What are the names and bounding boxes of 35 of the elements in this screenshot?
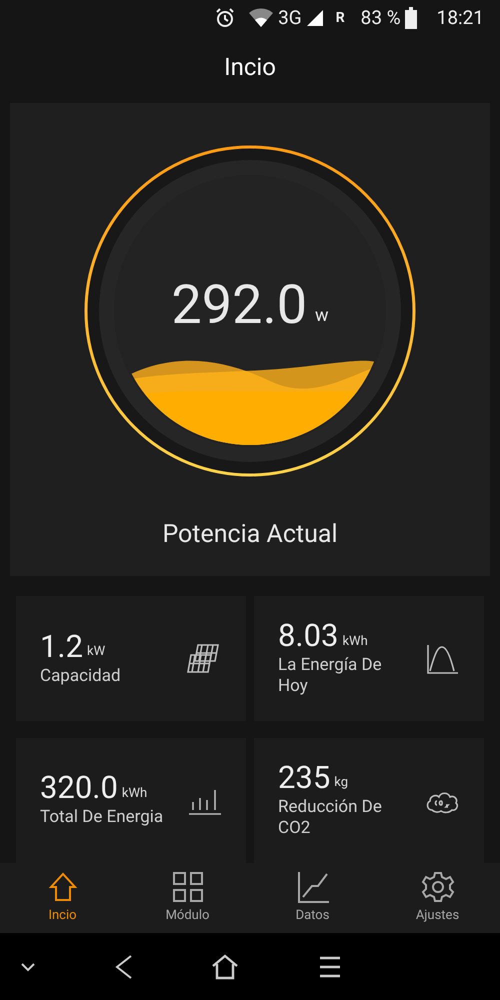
stat-unit: kWh bbox=[342, 632, 368, 650]
alarm-icon bbox=[214, 7, 236, 29]
wifi-icon bbox=[248, 8, 274, 28]
power-label: Potencia Actual bbox=[162, 519, 338, 551]
stat-unit: kWh bbox=[122, 784, 148, 802]
power-value: 292.0 bbox=[171, 279, 308, 333]
battery-icon bbox=[404, 7, 417, 29]
stat-value: 1.2 bbox=[40, 630, 84, 662]
home-icon[interactable] bbox=[211, 952, 239, 980]
nav-tab[interactable]: Incio bbox=[8, 870, 118, 926]
stat-value: 235 bbox=[278, 762, 330, 792]
menu-icon[interactable] bbox=[318, 956, 342, 978]
collapse-icon[interactable] bbox=[20, 962, 36, 972]
network-type: 3G bbox=[278, 4, 302, 31]
stat-label: Capacidad bbox=[40, 666, 122, 686]
power-unit: w bbox=[315, 304, 329, 328]
settings-icon bbox=[420, 870, 454, 904]
stat-label: Reducción De CO2 bbox=[278, 796, 383, 838]
signal-icon bbox=[306, 9, 324, 27]
stat-value: 8.03 bbox=[278, 620, 338, 651]
page-title: Incio bbox=[224, 52, 276, 83]
stat-value: 320.0 bbox=[40, 772, 118, 803]
back-icon[interactable] bbox=[114, 954, 132, 980]
stat-unit: kg bbox=[334, 774, 348, 792]
grid-icon bbox=[170, 870, 204, 904]
nav-tab[interactable]: Datos bbox=[258, 870, 368, 926]
stat-label: La Energía De Hoy bbox=[278, 655, 383, 697]
nav-tab[interactable]: Módulo bbox=[132, 870, 242, 926]
line-chart-icon bbox=[296, 870, 330, 904]
clock: 18:21 bbox=[436, 4, 484, 31]
stat-label: Total De Energia bbox=[40, 807, 164, 828]
roaming-indicator: R bbox=[336, 8, 345, 28]
battery-percent: 83 % bbox=[360, 4, 401, 31]
stat-unit: kW bbox=[87, 643, 106, 661]
nav-tab[interactable]: Ajustes bbox=[382, 870, 492, 926]
